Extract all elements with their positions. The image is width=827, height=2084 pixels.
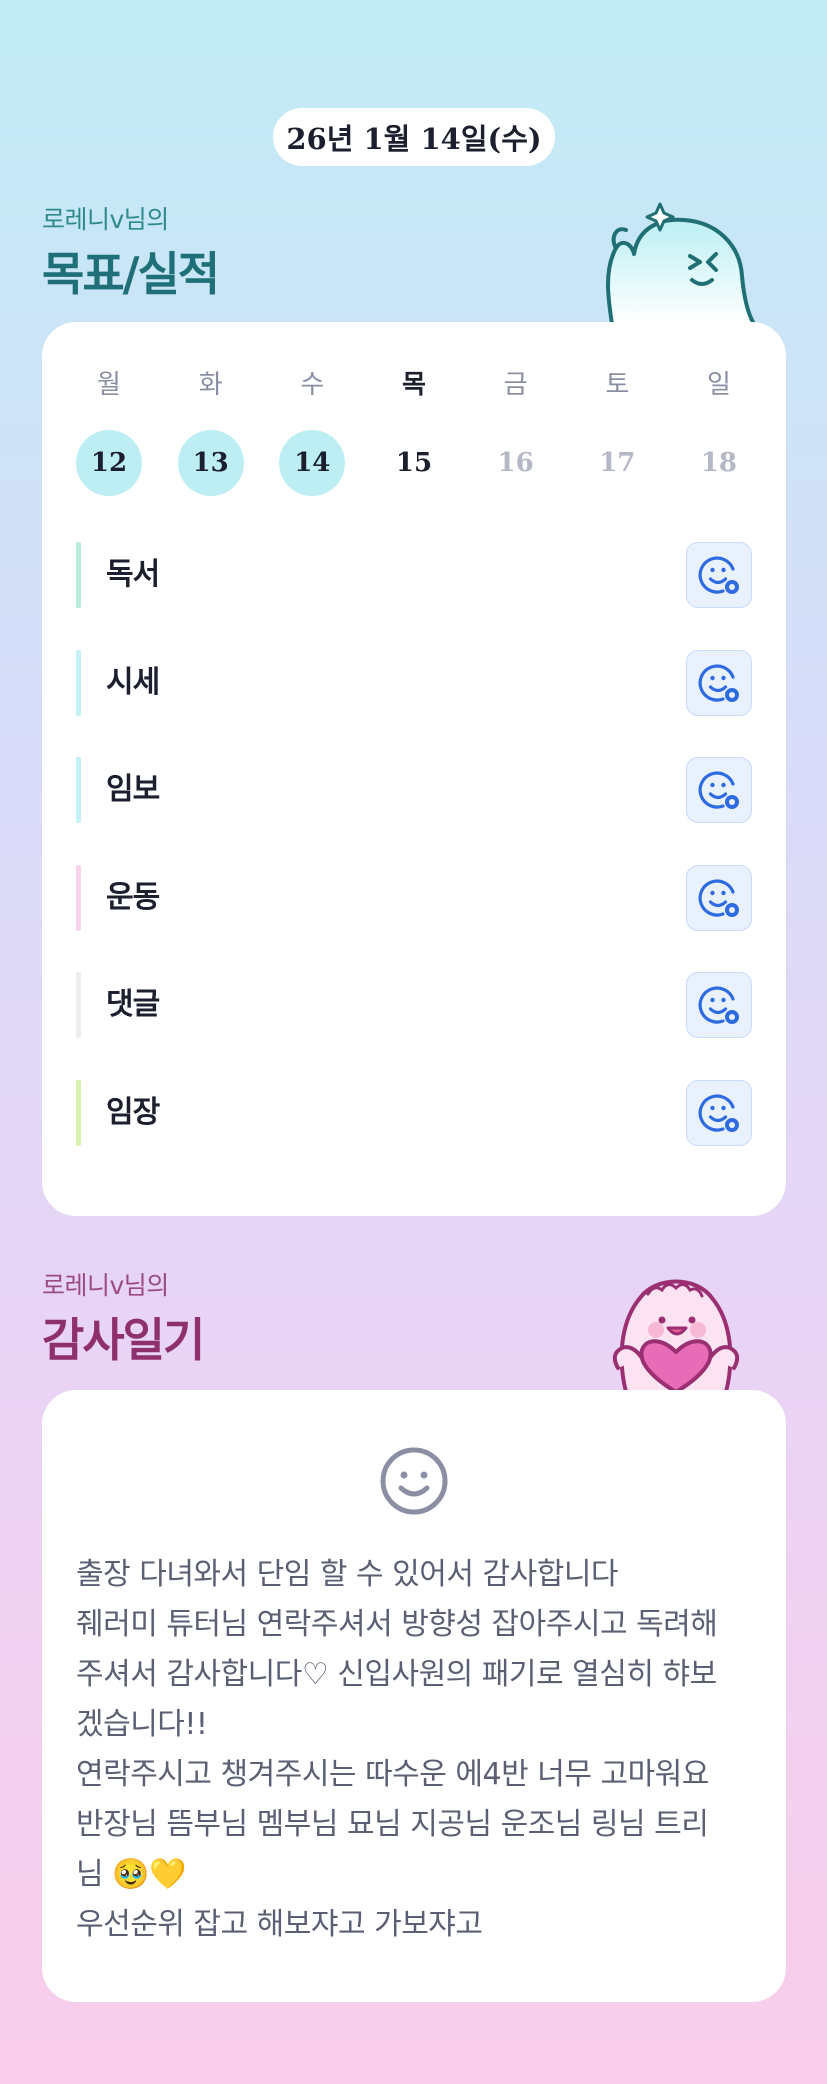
goal-row-exercise: 운동 [76,865,752,931]
smiley-add-icon [698,1094,739,1132]
goals-section-header: 로레니v님의 목표/실적 [42,200,220,304]
thanks-title: 감사일기 [42,1313,205,1367]
journal-line: 반장님 뜸부님 멤부님 묘님 지공님 운조님 링님 트리 [76,1807,709,1842]
day-number[interactable]: 16 [483,430,549,496]
goal-row-comment: 댓글 [76,972,752,1038]
add-record-button[interactable] [686,650,752,716]
day-sun[interactable]: 일 18 [686,368,752,496]
thanks-section-header: 로레니v님의 감사일기 [42,1266,205,1370]
add-record-button[interactable] [686,757,752,823]
smiley-add-icon [698,879,739,917]
goal-label: 댓글 [106,987,160,1022]
journal-line: 출장 다녀와서 단임 할 수 있어서 감사합니다 [76,1557,619,1592]
ghost-mascot-icon [606,202,756,324]
goal-row-report: 임보 [76,757,752,823]
day-name: 일 [706,370,731,400]
day-number[interactable]: 13 [177,430,244,496]
day-name: 토 [605,370,630,400]
goal-color-bar [76,757,81,823]
goal-color-bar [76,650,81,716]
goals-subtitle: 로레니v님의 [42,205,169,234]
day-number[interactable]: 14 [279,430,346,496]
goal-row-reading: 독서 [76,542,752,608]
journal-line: 겠습니다!! [76,1707,208,1742]
journal-line: 연락주시고 챙겨주시는 따수운 에4반 너무 고마워요 [76,1757,709,1792]
goal-label: 운동 [106,880,160,915]
goal-color-bar [76,865,81,931]
add-record-button[interactable] [686,865,752,931]
day-name: 금 [503,370,528,400]
day-name: 목 [402,370,426,400]
goal-row-price: 시세 [76,650,752,716]
day-number[interactable]: 12 [76,430,142,496]
day-number[interactable]: 18 [686,430,752,496]
goal-label: 임보 [106,772,160,807]
goal-label: 임장 [106,1095,160,1130]
journal-line: 주셔서 감사합니다♡ 신입사원의 패기로 열심히 햐보 [76,1657,717,1692]
thanks-subtitle: 로레니v님의 [42,1271,169,1300]
day-number[interactable]: 15 [381,430,447,496]
goal-color-bar [76,542,81,608]
smiley-add-icon [698,664,739,702]
day-name: 수 [300,370,325,400]
goal-label: 독서 [106,557,160,592]
goal-color-bar [76,972,81,1038]
day-mon[interactable]: 월 12 [76,368,142,496]
goals-title: 목표/실적 [42,247,220,301]
day-tue[interactable]: 화 13 [177,368,244,496]
day-name: 화 [198,370,223,400]
day-name: 월 [97,370,121,400]
thanks-journal-text: 출장 다녀와서 단임 할 수 있어서 감사합니다 줴러미 튜터님 연락주셔서 방… [76,1550,756,1950]
day-wed[interactable]: 수 14 [279,368,346,496]
journal-line: 줴러미 튜터님 연락주셔서 방향성 잡아주시고 독려해 [76,1607,718,1642]
smiley-add-icon [698,986,739,1024]
thanks-card: 출장 다녀와서 단임 할 수 있어서 감사합니다 줴러미 튜터님 연락주셔서 방… [42,1390,786,2002]
add-record-button[interactable] [686,1080,752,1146]
goal-color-bar [76,1080,81,1146]
smiley-add-icon [698,771,739,809]
heart-mascot-icon [612,1279,740,1392]
day-fri[interactable]: 금 16 [483,368,549,496]
date-pill[interactable]: 26년 1월 14일(수) [273,108,555,166]
goals-card: 월 12 화 13 수 14 목 15 금 16 토 17 일 18 독서 시세… [42,322,786,1216]
day-thu[interactable]: 목 15 [381,368,447,496]
goal-row-site-visit: 임장 [76,1080,752,1146]
add-record-button[interactable] [686,542,752,608]
week-strip: 월 12 화 13 수 14 목 15 금 16 토 17 일 18 [76,368,752,496]
day-number[interactable]: 17 [584,430,650,496]
smiley-add-icon [698,556,739,594]
journal-line: 님 🥹💛 [76,1857,186,1892]
add-record-button[interactable] [686,972,752,1038]
goal-label: 시세 [106,665,160,700]
smiley-icon [380,1447,448,1515]
journal-line: 우선순위 잡고 해보쟈고 가보쟈고 [76,1907,483,1942]
day-sat[interactable]: 토 17 [584,368,650,496]
